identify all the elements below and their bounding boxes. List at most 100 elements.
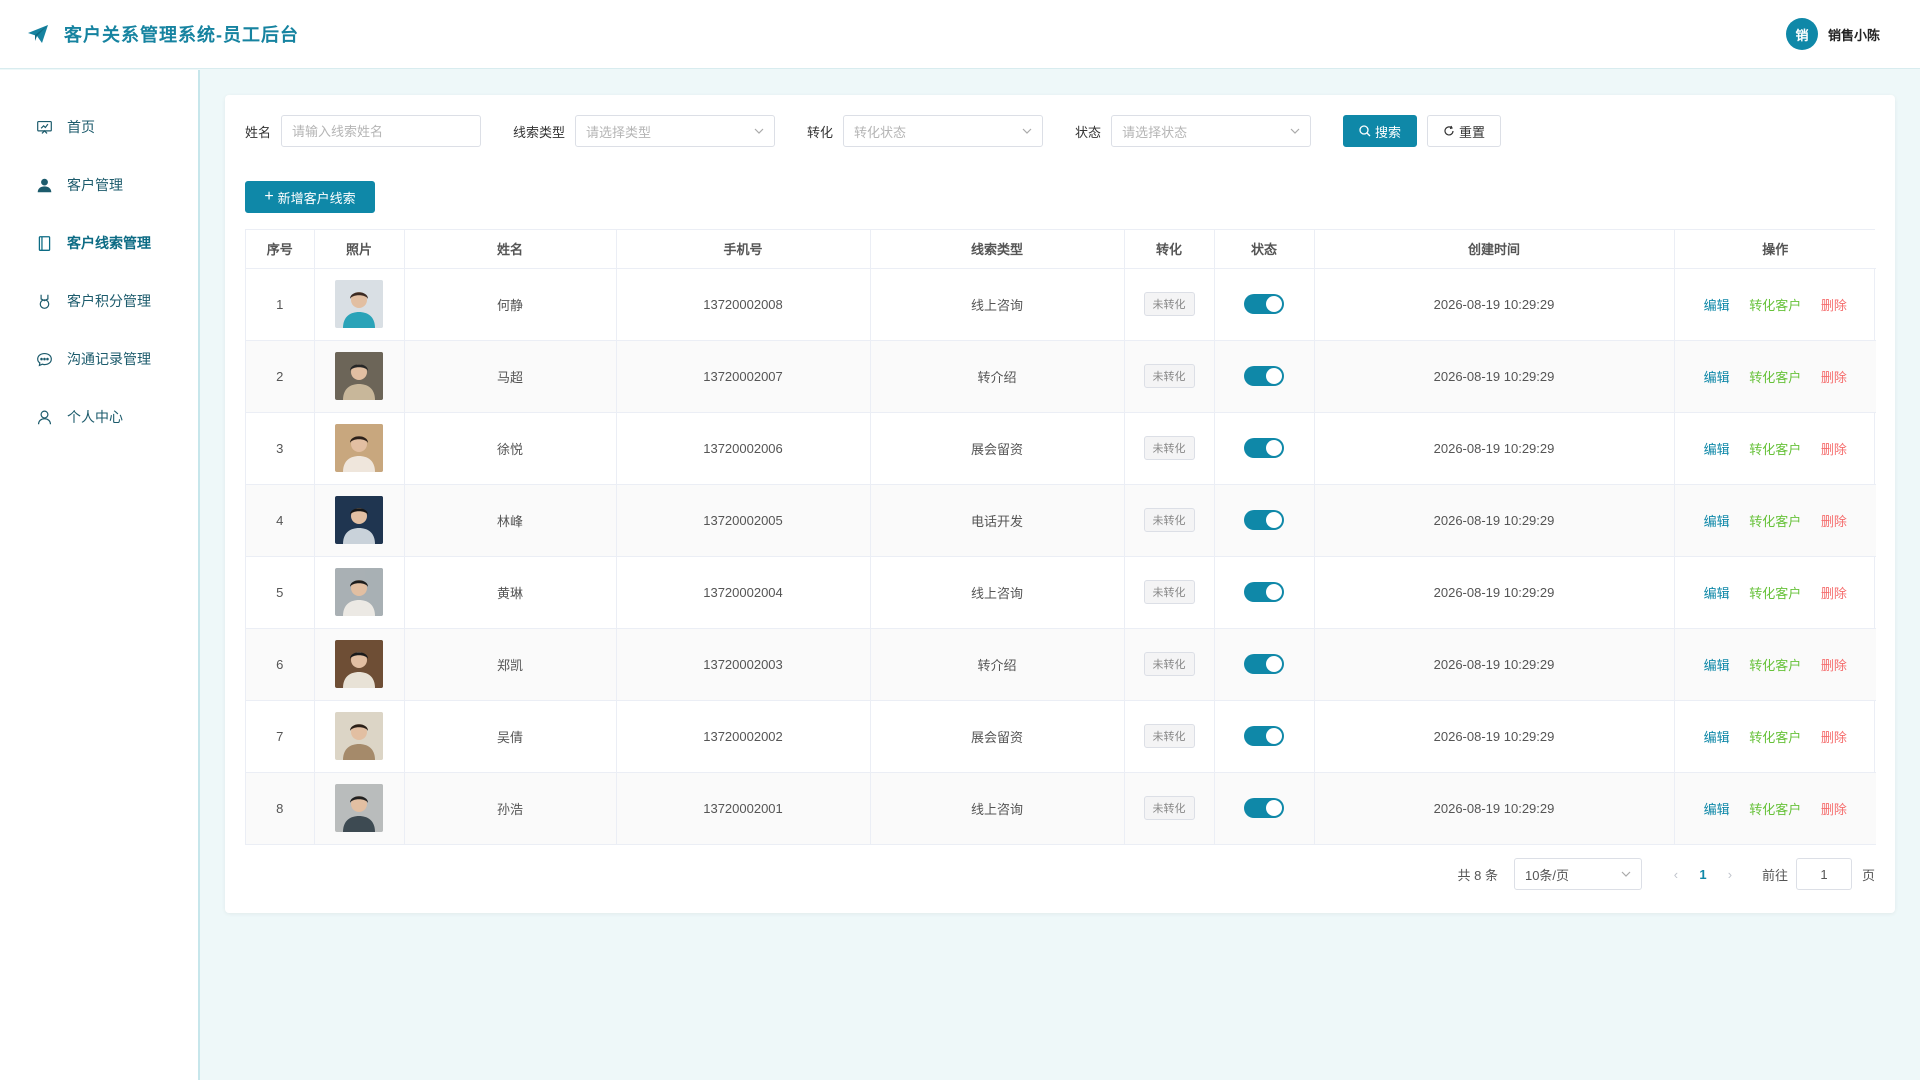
convert-customer-button[interactable]: 转化客户	[1749, 586, 1801, 601]
sidebar-item-label: 客户线索管理	[67, 235, 151, 251]
status-toggle[interactable]	[1244, 582, 1284, 602]
convert-customer-button[interactable]: 转化客户	[1749, 802, 1801, 817]
sidebar-item-home[interactable]: 首页	[0, 98, 198, 156]
lead-photo[interactable]	[335, 280, 383, 328]
type-select[interactable]: 请选择类型	[575, 115, 776, 147]
type-filter-label: 线索类型	[513, 124, 566, 140]
convert-customer-button[interactable]: 转化客户	[1749, 298, 1801, 313]
edit-button[interactable]: 编辑	[1704, 802, 1730, 817]
row-created-time: 2026-08-19 10:29:29	[1314, 484, 1675, 557]
lead-photo[interactable]	[335, 712, 383, 760]
status-toggle[interactable]	[1244, 654, 1284, 674]
page-number-current[interactable]: 1	[1688, 867, 1718, 882]
table-row: 5 黄琳 13720002004 线上咨询 未转化 2026-08-19 10:…	[246, 556, 1876, 629]
avatar[interactable]: 销	[1785, 18, 1818, 50]
convert-customer-button[interactable]: 转化客户	[1749, 730, 1801, 745]
convert-status-tag: 未转化	[1143, 364, 1195, 388]
convert-customer-button[interactable]: 转化客户	[1749, 442, 1801, 457]
row-name: 郑凯	[404, 628, 617, 701]
sidebar-item-communication[interactable]: 沟通记录管理	[0, 330, 198, 388]
sidebar-item-profile[interactable]: 个人中心	[0, 388, 198, 446]
row-status-cell	[1214, 340, 1315, 413]
search-button[interactable]: 搜索	[1343, 115, 1418, 147]
delete-button[interactable]: 删除	[1821, 370, 1847, 385]
convert-customer-button[interactable]: 转化客户	[1749, 370, 1801, 385]
name-search-input[interactable]	[281, 115, 482, 147]
refresh-icon	[1444, 125, 1454, 136]
edit-button[interactable]: 编辑	[1704, 370, 1730, 385]
status-toggle[interactable]	[1244, 798, 1284, 818]
lead-photo[interactable]	[335, 424, 383, 472]
lead-photo[interactable]	[335, 640, 383, 688]
lead-photo[interactable]	[335, 496, 383, 544]
row-photo-cell	[314, 340, 405, 413]
row-created-time: 2026-08-19 10:29:29	[1314, 340, 1675, 413]
edit-button[interactable]: 编辑	[1704, 514, 1730, 529]
edit-button[interactable]: 编辑	[1704, 658, 1730, 673]
chevron-down-icon	[1022, 128, 1032, 134]
status-toggle[interactable]	[1244, 438, 1284, 458]
column-header: 操作	[1674, 230, 1876, 269]
sidebar-item-label: 沟通记录管理	[67, 351, 151, 367]
brand: 客户关系管理系统-员工后台	[26, 21, 299, 47]
add-lead-button-label: 新增客户线索	[277, 190, 356, 206]
status-toggle[interactable]	[1244, 510, 1284, 530]
status-toggle[interactable]	[1244, 366, 1284, 386]
row-status-cell	[1214, 484, 1315, 557]
edit-button[interactable]: 编辑	[1704, 442, 1730, 457]
status-toggle[interactable]	[1244, 726, 1284, 746]
goto-page-input[interactable]: 1	[1795, 858, 1852, 890]
prev-page-icon[interactable]: ‹	[1664, 867, 1688, 882]
row-photo-cell	[314, 700, 405, 773]
row-index: 1	[246, 268, 315, 341]
delete-button[interactable]: 删除	[1821, 514, 1847, 529]
status-toggle[interactable]	[1244, 294, 1284, 314]
lead-photo[interactable]	[335, 352, 383, 400]
convert-select[interactable]: 转化状态	[843, 115, 1044, 147]
row-photo-cell	[314, 556, 405, 629]
convert-customer-button[interactable]: 转化客户	[1749, 514, 1801, 529]
sidebar-item-customers[interactable]: 客户管理	[0, 156, 198, 214]
row-created-time: 2026-08-19 10:29:29	[1314, 556, 1675, 629]
sidebar-item-leads[interactable]: 客户线索管理	[0, 214, 198, 272]
row-phone: 13720002008	[616, 268, 871, 341]
row-convert-cell: 未转化	[1124, 268, 1215, 341]
row-index: 6	[246, 628, 315, 701]
edit-button[interactable]: 编辑	[1704, 586, 1730, 601]
status-select[interactable]: 请选择状态	[1111, 115, 1312, 147]
row-actions: 编辑 转化客户 删除	[1674, 340, 1876, 413]
lead-photo[interactable]	[335, 784, 383, 832]
sidebar-item-label: 个人中心	[67, 409, 123, 425]
convert-status-tag: 未转化	[1143, 580, 1195, 604]
page-size-select[interactable]: 10条/页	[1513, 858, 1642, 890]
column-header: 状态	[1214, 230, 1315, 269]
row-actions: 编辑 转化客户 删除	[1674, 772, 1876, 845]
edit-button[interactable]: 编辑	[1704, 298, 1730, 313]
edit-button[interactable]: 编辑	[1704, 730, 1730, 745]
column-header: 线索类型	[870, 230, 1125, 269]
row-phone: 13720002007	[616, 340, 871, 413]
lead-photo[interactable]	[335, 568, 383, 616]
reset-button[interactable]: 重置	[1427, 115, 1502, 147]
delete-button[interactable]: 删除	[1821, 298, 1847, 313]
filter-bar: 姓名 线索类型 请选择类型 转化 转化状态 状态 请选择状态 搜索 重置	[245, 115, 1875, 147]
user-name[interactable]: 销售小陈	[1828, 25, 1880, 44]
delete-button[interactable]: 删除	[1821, 730, 1847, 745]
row-created-time: 2026-08-19 10:29:29	[1314, 772, 1675, 845]
user-menu[interactable]: 销 销售小陈	[1785, 18, 1880, 50]
row-index: 5	[246, 556, 315, 629]
sidebar-item-points[interactable]: 客户积分管理	[0, 272, 198, 330]
delete-button[interactable]: 删除	[1821, 802, 1847, 817]
delete-button[interactable]: 删除	[1821, 586, 1847, 601]
convert-customer-button[interactable]: 转化客户	[1749, 658, 1801, 673]
row-convert-cell: 未转化	[1124, 412, 1215, 485]
delete-button[interactable]: 删除	[1821, 658, 1847, 673]
sidebar-item-label: 首页	[67, 119, 95, 135]
delete-button[interactable]: 删除	[1821, 442, 1847, 457]
status-filter-label: 状态	[1075, 124, 1102, 140]
row-lead-type: 转介绍	[870, 340, 1125, 413]
convert-status-tag: 未转化	[1143, 652, 1195, 676]
add-lead-button[interactable]: + 新增客户线索	[245, 181, 375, 213]
convert-status-tag: 未转化	[1143, 724, 1195, 748]
next-page-icon[interactable]: ›	[1718, 867, 1742, 882]
